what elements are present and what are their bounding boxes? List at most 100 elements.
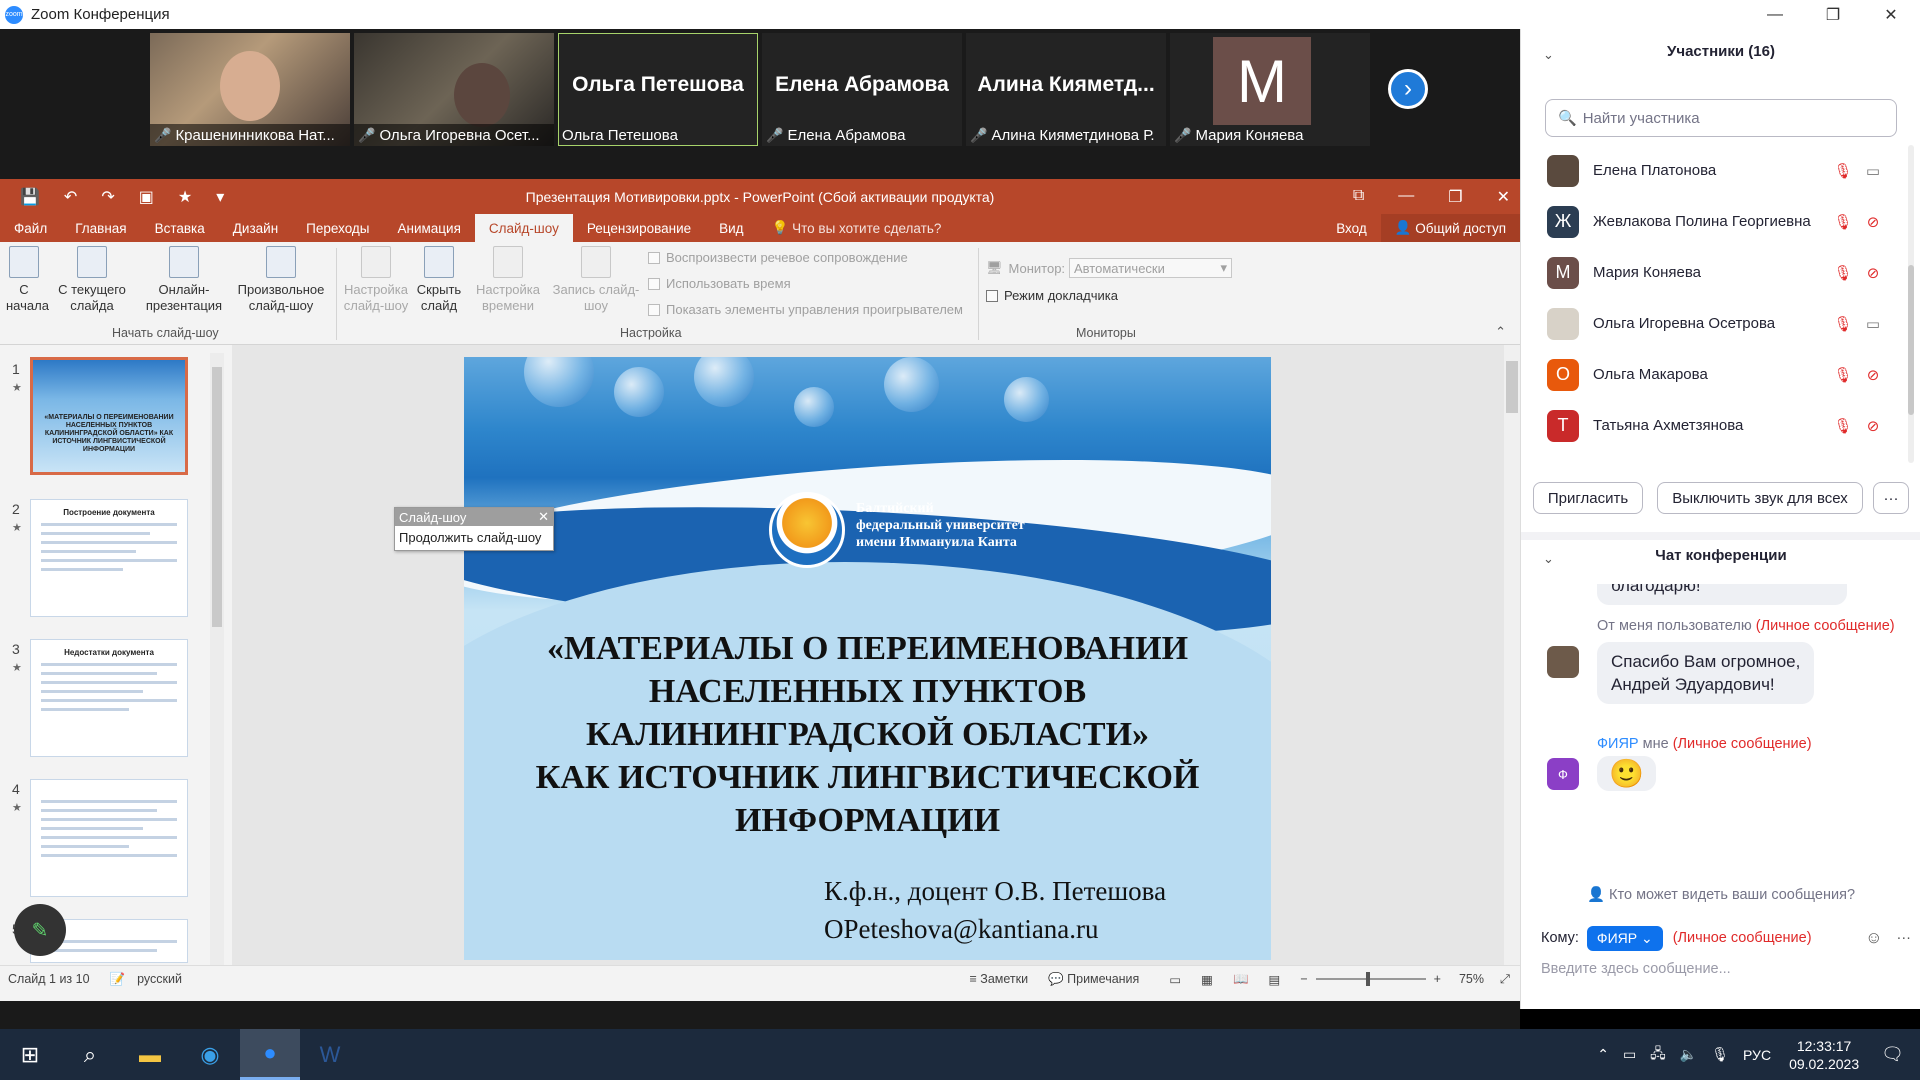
- ribbon-display-icon[interactable]: ⧉: [1353, 187, 1364, 207]
- chat-more-icon[interactable]: ···: [1897, 930, 1912, 946]
- thumbnail-slide[interactable]: «МАТЕРИАЛЫ О ПЕРЕИМЕНОВАНИИ НАСЕЛЕННЫХ П…: [30, 357, 188, 475]
- muted-mic-icon[interactable]: 🎙: [1828, 213, 1858, 231]
- normal-view-icon[interactable]: ▭: [1169, 972, 1181, 987]
- participant-row[interactable]: Ольга Игоревна Осетрова 🎙 ▭: [1521, 298, 1920, 349]
- login-link[interactable]: Вход: [1322, 214, 1381, 242]
- battery-icon[interactable]: ▭: [1623, 1046, 1636, 1063]
- collapse-ribbon-icon[interactable]: ⌃: [1495, 324, 1506, 340]
- tell-me-search[interactable]: 💡 Что вы хотите сделать?: [758, 214, 956, 242]
- start-windows-icon[interactable]: ⊞: [0, 1029, 60, 1080]
- rehearse-timings-button[interactable]: Настройка времени: [472, 246, 544, 314]
- share-button[interactable]: 👤 Общий доступ: [1380, 214, 1520, 242]
- fit-slide-icon[interactable]: ⤢: [1500, 972, 1510, 987]
- mute-all-button[interactable]: Выключить звук для всех: [1657, 482, 1863, 514]
- zoom-level[interactable]: 75%: [1459, 972, 1484, 986]
- ppt-minimize-button[interactable]: —: [1398, 187, 1414, 207]
- reading-view-icon[interactable]: 📖: [1233, 972, 1249, 987]
- input-language[interactable]: РУС: [1743, 1047, 1771, 1063]
- recipient-select[interactable]: ФИЯР ⌄: [1586, 925, 1663, 951]
- zoom-app-icon[interactable]: ●: [240, 1029, 300, 1080]
- thumbnail-slide[interactable]: Построение документа: [30, 499, 188, 617]
- close-icon[interactable]: ✕: [538, 509, 549, 525]
- video-tile[interactable]: M 🎤 Мария Коняева: [1170, 33, 1370, 146]
- clock[interactable]: 12:33:17 09.02.2023: [1777, 1037, 1871, 1073]
- participant-row[interactable]: О Ольга Макарова 🎙 ⊘: [1521, 349, 1920, 400]
- tab-animation[interactable]: Анимация: [384, 214, 475, 242]
- muted-mic-icon[interactable]: 🎙: [1828, 162, 1858, 180]
- tab-home[interactable]: Главная: [61, 214, 140, 242]
- participant-row[interactable]: M Мария Коняева 🎙 ⊘: [1521, 247, 1920, 298]
- record-slideshow-button[interactable]: Запись слайд-шоу: [548, 246, 644, 314]
- video-tile[interactable]: 🎤 Ольга Игоревна Осет...: [354, 33, 554, 146]
- tab-view[interactable]: Вид: [705, 214, 757, 242]
- zoom-in-button[interactable]: +: [1434, 972, 1441, 986]
- participant-search-input[interactable]: 🔍 Найти участника: [1545, 99, 1897, 137]
- use-timings-checkbox[interactable]: Использовать время: [648, 276, 791, 291]
- annotate-pen-button[interactable]: ✎: [14, 904, 66, 956]
- zoom-slider-handle[interactable]: [1365, 972, 1370, 986]
- presenter-view-checkbox[interactable]: Режим докладчика: [986, 288, 1118, 303]
- maximize-button[interactable]: ❐: [1804, 0, 1862, 29]
- scroll-thumb[interactable]: [1908, 265, 1914, 415]
- more-options-button[interactable]: ···: [1873, 482, 1909, 514]
- participant-row[interactable]: Ж Жевлакова Полина Георгиевна 🎙 ⊘: [1521, 196, 1920, 247]
- ppt-restore-button[interactable]: ❐: [1448, 187, 1462, 207]
- muted-mic-icon[interactable]: 🎙: [1828, 315, 1858, 333]
- tab-insert[interactable]: Вставка: [141, 214, 219, 242]
- language-indicator[interactable]: русский: [137, 972, 182, 986]
- scroll-thumb[interactable]: [1506, 361, 1518, 413]
- tab-file[interactable]: Файл: [0, 214, 61, 242]
- notes-button[interactable]: ≡ Заметки: [970, 972, 1029, 986]
- custom-slideshow-button[interactable]: Произвольное слайд-шоу: [234, 246, 328, 314]
- participant-row[interactable]: Елена Платонова 🎙 ▭: [1521, 145, 1920, 196]
- current-slide[interactable]: Балтийский федеральный университет имени…: [464, 357, 1271, 960]
- edge-browser-icon[interactable]: ◉: [180, 1029, 240, 1080]
- monitor-select[interactable]: Автоматически ▾: [1069, 258, 1232, 278]
- from-start-button[interactable]: Сначала: [6, 246, 49, 314]
- play-narrations-checkbox[interactable]: Воспроизвести речевое сопровождение: [648, 250, 908, 265]
- zoom-slider[interactable]: [1315, 972, 1426, 986]
- participant-row[interactable]: Т Татьяна Ахметзянова 🎙 ⊘: [1521, 400, 1920, 451]
- microphone-icon[interactable]: 🎙: [1711, 1046, 1729, 1063]
- who-can-see-link[interactable]: 👤 Кто может видеть ваши сообщения?: [1521, 886, 1920, 903]
- slide-scrollbar[interactable]: [1504, 345, 1520, 965]
- tab-design[interactable]: Дизайн: [219, 214, 292, 242]
- show-media-controls-checkbox[interactable]: Показать элементы управления проигрывате…: [648, 302, 963, 317]
- tab-review[interactable]: Рецензирование: [573, 214, 705, 242]
- tab-slideshow[interactable]: Слайд-шоу: [474, 214, 573, 242]
- chat-message-input[interactable]: Введите здесь сообщение...: [1541, 961, 1731, 977]
- camera-on-icon[interactable]: ▭: [1858, 162, 1888, 180]
- setup-slideshow-button[interactable]: Настройка слайд-шоу: [340, 246, 412, 314]
- spellcheck-icon[interactable]: 📝: [110, 972, 126, 987]
- word-app-icon[interactable]: W: [300, 1029, 360, 1080]
- slideshow-view-icon[interactable]: ▤: [1269, 972, 1281, 987]
- hide-slide-button[interactable]: Скрыть слайд: [414, 246, 464, 314]
- comments-button[interactable]: 💬 Примечания: [1048, 972, 1139, 987]
- from-current-button[interactable]: С текущего слайда: [54, 246, 130, 314]
- camera-off-icon[interactable]: ⊘: [1858, 213, 1888, 231]
- zoom-out-button[interactable]: −: [1300, 972, 1307, 986]
- muted-mic-icon[interactable]: 🎙: [1828, 417, 1858, 435]
- thumbnail-slide[interactable]: Недостатки документа: [30, 639, 188, 757]
- thumbnails-scrollbar[interactable]: [210, 353, 224, 965]
- thumbnail-slide[interactable]: [30, 779, 188, 897]
- muted-mic-icon[interactable]: 🎙: [1828, 264, 1858, 282]
- scroll-thumb[interactable]: [212, 367, 222, 627]
- video-tile[interactable]: Елена Абрамова 🎤 Елена Абрамова: [762, 33, 962, 146]
- camera-off-icon[interactable]: ⊘: [1858, 366, 1888, 384]
- camera-off-icon[interactable]: ⊘: [1858, 417, 1888, 435]
- invite-button[interactable]: Пригласить: [1533, 482, 1643, 514]
- file-explorer-icon[interactable]: ▬: [120, 1029, 180, 1080]
- ppt-close-button[interactable]: ✕: [1497, 187, 1510, 207]
- volume-icon[interactable]: 🔈: [1680, 1046, 1697, 1063]
- video-tile-active[interactable]: Ольга Петешова Ольга Петешова: [558, 33, 758, 146]
- minimize-button[interactable]: —: [1746, 0, 1804, 29]
- notifications-icon[interactable]: 🗨: [1881, 1044, 1904, 1065]
- muted-mic-icon[interactable]: 🎙: [1828, 366, 1858, 384]
- tab-transitions[interactable]: Переходы: [292, 214, 383, 242]
- online-presentation-button[interactable]: Онлайн-презентация: [142, 246, 226, 314]
- next-page-button[interactable]: ›: [1388, 69, 1428, 109]
- video-tile[interactable]: 🎤 Крашенинникова Нат...: [150, 33, 350, 146]
- network-icon[interactable]: 🖧: [1650, 1043, 1666, 1067]
- search-icon[interactable]: ⌕: [60, 1029, 120, 1080]
